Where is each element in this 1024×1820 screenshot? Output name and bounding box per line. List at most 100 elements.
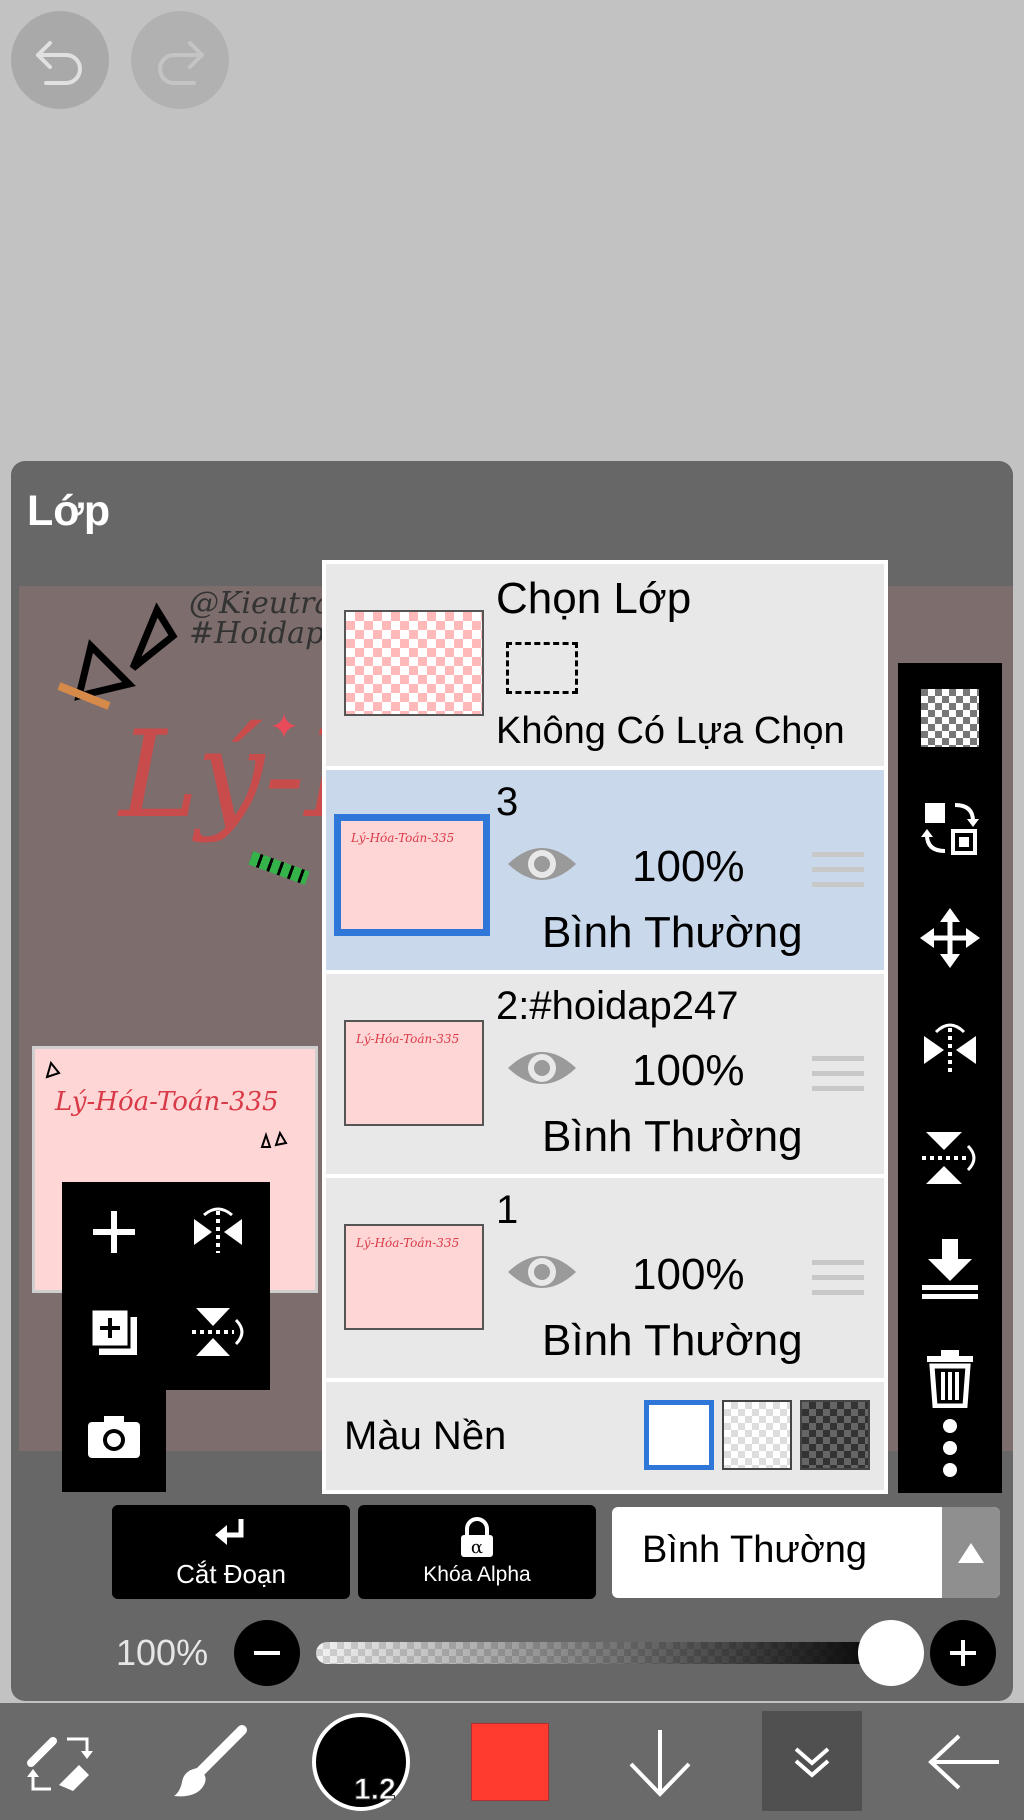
preview-triangles-icon-2 bbox=[260, 1130, 288, 1148]
visibility-toggle[interactable] bbox=[506, 1248, 578, 1301]
flip-horizontal-icon bbox=[924, 1023, 976, 1072]
layer-row[interactable]: Lý-Hóa-Toán-335 2:#hoidap247 100% Bình T… bbox=[326, 974, 884, 1176]
art-green-dashes bbox=[248, 851, 310, 885]
merge-down-button[interactable] bbox=[898, 1213, 1002, 1323]
background-color-row: Màu Nền bbox=[326, 1382, 884, 1490]
preview-art-text: Lý-Hóa-Toán-335 bbox=[55, 1087, 279, 1117]
move-icon bbox=[920, 908, 980, 968]
flip-horizontal-button[interactable] bbox=[898, 993, 1002, 1103]
brush-tool-button[interactable] bbox=[160, 1703, 260, 1820]
brush-eraser-swap-icon bbox=[27, 1736, 93, 1791]
opacity-label: 100% bbox=[116, 1632, 209, 1673]
layer-thumbnail: Lý-Hóa-Toán-335 bbox=[344, 1224, 484, 1330]
background-color-label: Màu Nền bbox=[344, 1414, 507, 1458]
art-triangles-icon bbox=[57, 602, 178, 710]
layer-blend-mode: Bình Thường bbox=[542, 1316, 803, 1365]
alpha-lock-label: Khóa Alpha bbox=[423, 1563, 531, 1586]
selection-thumbnail bbox=[344, 610, 484, 716]
clip-arrow-icon bbox=[215, 1518, 244, 1545]
layer-opacity: 100% bbox=[632, 1250, 745, 1299]
import-photo-button[interactable] bbox=[62, 1387, 166, 1487]
lock-icon: α bbox=[461, 1517, 493, 1558]
right-tool-column bbox=[898, 663, 1002, 1493]
eye-icon bbox=[508, 848, 576, 880]
preview-triangles-icon bbox=[45, 1060, 61, 1079]
svg-text:α: α bbox=[471, 1537, 483, 1558]
flip-vertical-button[interactable] bbox=[898, 1103, 1002, 1213]
double-chevron-down-icon bbox=[794, 1747, 830, 1778]
flip-horizontal-icon bbox=[194, 1207, 242, 1253]
left-tool-cluster bbox=[52, 1182, 270, 1492]
brush-size-button[interactable]: 1.2 bbox=[308, 1703, 414, 1820]
background-checker-swatch[interactable] bbox=[722, 1400, 792, 1470]
selection-title: Chọn Lớp bbox=[496, 574, 692, 623]
eye-icon bbox=[508, 1052, 576, 1084]
visibility-toggle[interactable] bbox=[506, 840, 578, 893]
plus-icon bbox=[93, 1211, 135, 1253]
layer-row[interactable]: Lý-Hóa-Toán-335 1 100% Bình Thường bbox=[326, 1178, 884, 1380]
blend-mode-value: Bình Thường bbox=[642, 1529, 868, 1571]
opacity-increase-button[interactable] bbox=[930, 1620, 996, 1686]
plus-icon bbox=[950, 1640, 976, 1666]
flip-layer-horizontal-button[interactable] bbox=[166, 1182, 270, 1282]
transparency-button[interactable] bbox=[898, 663, 1002, 773]
flip-vertical-icon bbox=[192, 1308, 244, 1356]
opacity-slider-thumb[interactable] bbox=[858, 1620, 924, 1686]
layer-name: 1 bbox=[496, 1188, 519, 1232]
checkerboard-icon bbox=[921, 689, 979, 747]
flip-layer-vertical-button[interactable] bbox=[166, 1282, 270, 1382]
art-star-icon: ✦ bbox=[269, 706, 300, 747]
redo-button[interactable] bbox=[131, 11, 229, 109]
layer-blend-mode: Bình Thường bbox=[542, 908, 803, 957]
art-hashtag-text: #Hoidap bbox=[189, 616, 325, 651]
layer-thumb-text: Lý-Hóa-Toán-335 bbox=[356, 1032, 460, 1046]
blend-mode-dropdown-arrow[interactable] bbox=[942, 1507, 1000, 1598]
panel-title: Lớp bbox=[27, 487, 111, 535]
selection-status: Không Có Lựa Chọn bbox=[496, 710, 845, 752]
layer-down-button[interactable] bbox=[610, 1703, 710, 1820]
brush-icon bbox=[174, 1724, 247, 1796]
add-layer-button[interactable] bbox=[62, 1182, 166, 1282]
opacity-slider-track[interactable] bbox=[316, 1642, 896, 1664]
redo-icon bbox=[158, 41, 204, 85]
arrow-down-icon bbox=[629, 1729, 691, 1797]
current-color-swatch bbox=[471, 1722, 549, 1801]
quick-tool-toggle-button[interactable] bbox=[10, 1703, 110, 1820]
move-button[interactable] bbox=[898, 883, 1002, 993]
drag-handle-icon[interactable] bbox=[812, 1260, 864, 1305]
layer-row[interactable]: Lý-Hóa-Toán-335 3 100% Bình Thường bbox=[326, 770, 884, 972]
blend-mode-select[interactable]: Bình Thường bbox=[612, 1507, 1000, 1598]
selection-marquee-icon bbox=[506, 642, 578, 694]
merge-down-icon bbox=[922, 1239, 978, 1299]
brush-size-value: 1.2 bbox=[354, 1772, 397, 1806]
arrow-left-icon bbox=[928, 1734, 999, 1789]
layer-list: Chọn Lớp Không Có Lựa Chọn Lý-Hóa-Toán-3… bbox=[322, 560, 888, 1494]
clipping-label: Cắt Đoạn bbox=[176, 1558, 286, 1589]
swap-layers-button[interactable] bbox=[898, 773, 1002, 883]
layer-thumbnail: Lý-Hóa-Toán-335 bbox=[344, 1020, 484, 1126]
layer-panel-toggle-button[interactable] bbox=[762, 1711, 862, 1811]
layer-thumbnail: Lý-Hóa-Toán-335 bbox=[334, 814, 490, 936]
drag-handle-icon[interactable] bbox=[812, 1056, 864, 1101]
more-options-button[interactable] bbox=[898, 1403, 1002, 1493]
duplicate-layer-button[interactable] bbox=[62, 1282, 166, 1382]
layer-opacity: 100% bbox=[632, 842, 745, 891]
duplicate-icon bbox=[89, 1307, 137, 1355]
layer-thumb-text: Lý-Hóa-Toán-335 bbox=[356, 1236, 460, 1250]
alpha-lock-button[interactable]: α Khóa Alpha bbox=[358, 1505, 596, 1599]
back-button[interactable] bbox=[914, 1703, 1014, 1820]
undo-button[interactable] bbox=[11, 11, 109, 109]
swap-icon bbox=[921, 803, 979, 855]
camera-icon bbox=[88, 1416, 140, 1458]
visibility-toggle[interactable] bbox=[506, 1044, 578, 1097]
opacity-decrease-button[interactable] bbox=[234, 1620, 300, 1686]
selection-layer-row[interactable]: Chọn Lớp Không Có Lựa Chọn bbox=[326, 564, 884, 768]
layer-opacity: 100% bbox=[632, 1046, 745, 1095]
trash-icon bbox=[927, 1350, 973, 1408]
flip-vertical-icon bbox=[922, 1132, 976, 1184]
clipping-button[interactable]: Cắt Đoạn bbox=[112, 1505, 350, 1599]
background-white-swatch[interactable] bbox=[644, 1400, 714, 1470]
drag-handle-icon[interactable] bbox=[812, 852, 864, 897]
color-picker-button[interactable] bbox=[470, 1703, 550, 1820]
background-dark-checker-swatch[interactable] bbox=[800, 1400, 870, 1470]
